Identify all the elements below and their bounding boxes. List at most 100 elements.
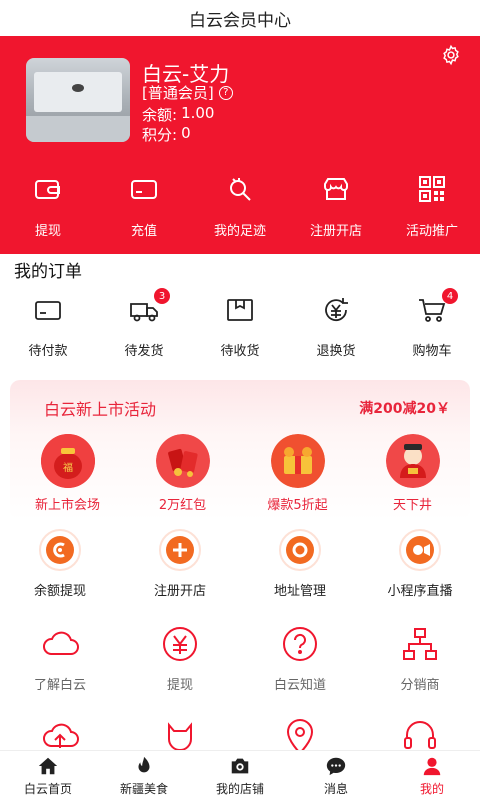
tab-home[interactable]: 白云首页 <box>0 751 96 800</box>
member-level: [普通会员] ? <box>142 82 233 103</box>
red-envelope-icon <box>155 434 210 488</box>
order-status-label: 退换货 <box>316 344 356 359</box>
tab-label: 我的 <box>419 781 444 796</box>
service-label: 地址管理 <box>273 584 326 599</box>
balance-value: 1.00 <box>181 104 215 122</box>
location-ring-icon <box>278 528 322 572</box>
fire-icon <box>138 756 150 772</box>
quick-action-footprint[interactable]: 我的足迹 <box>192 174 288 239</box>
tab-mine[interactable]: 我的 <box>384 751 480 800</box>
tab-label: 白云首页 <box>23 781 72 796</box>
order-pending-shipment[interactable]: 3 待发货 <box>96 288 192 359</box>
promo-item-new-arrivals[interactable]: 福 新上市会场 <box>10 434 125 513</box>
shop-camera-icon <box>231 758 249 773</box>
quick-action-withdraw[interactable]: 提现 <box>0 174 96 239</box>
service-open-store[interactable]: 注册开店 <box>120 528 240 599</box>
quick-action-label: 我的足迹 <box>213 224 266 239</box>
user-icon <box>423 757 441 775</box>
balance-row: 余额: 1.00 <box>142 104 214 125</box>
service-about[interactable]: 了解白云 <box>0 622 120 693</box>
quick-action-label: 提现 <box>34 224 61 239</box>
service-label: 提现 <box>166 678 193 693</box>
promo-discount-tag: 满200减20￥ <box>359 401 450 417</box>
quick-action-promotion[interactable]: 活动推广 <box>384 174 480 239</box>
truck-icon-wrap: 3 <box>128 288 170 326</box>
promo-item-label: 爆款5折起 <box>267 498 328 513</box>
question-icon <box>278 622 322 666</box>
promo-item-red-envelope[interactable]: 2万红包 <box>125 434 240 513</box>
qrcode-icon <box>419 176 445 202</box>
tab-label: 我的店铺 <box>215 781 264 796</box>
balance-label: 余额: <box>142 106 178 124</box>
order-cart[interactable]: 4 购物车 <box>384 288 480 359</box>
promo-item-tianxiajing[interactable]: 天下井 <box>355 434 470 513</box>
promo-item-label: 新上市会场 <box>34 498 100 513</box>
page-title: 白云会员中心 <box>189 10 291 31</box>
order-pending-receipt[interactable]: 待收货 <box>192 294 288 359</box>
home-icon <box>38 757 58 774</box>
gift-box-icon <box>270 434 325 488</box>
service-label: 分销商 <box>400 678 440 693</box>
points-row: 积分: 0 <box>142 124 191 145</box>
tab-my-store[interactable]: 我的店铺 <box>192 751 288 800</box>
settings-gear-icon[interactable] <box>440 44 462 66</box>
package-icon <box>227 299 253 321</box>
service-label: 白云知道 <box>273 678 326 693</box>
order-status-label: 待发货 <box>124 344 164 359</box>
promo-item-label: 天下井 <box>392 498 432 513</box>
service-label: 注册开店 <box>153 584 206 599</box>
service-live-stream[interactable]: 小程序直播 <box>360 528 480 599</box>
points-label: 积分: <box>142 126 178 144</box>
svg-text:福: 福 <box>63 461 73 474</box>
camera-icon <box>398 528 442 572</box>
service-label: 了解白云 <box>33 678 86 693</box>
order-pending-payment[interactable]: 待付款 <box>0 294 96 359</box>
store-icon <box>324 178 348 200</box>
cart-count-badge: 4 <box>442 288 458 304</box>
promo-title: 白云新上市活动 <box>44 400 157 419</box>
chat-icon <box>326 757 346 775</box>
service-balance-withdraw[interactable]: 余额提现 <box>0 528 120 599</box>
avatar[interactable] <box>26 58 130 142</box>
service-faq[interactable]: 白云知道 <box>240 622 360 693</box>
tab-messages[interactable]: 消息 <box>288 751 384 800</box>
order-status-row: 待付款 3 待发货 待收货 退换货 4 购物车 <box>0 288 480 359</box>
service-address[interactable]: 地址管理 <box>240 528 360 599</box>
lucky-bag-icon: 福 <box>40 434 95 488</box>
plus-icon <box>158 528 202 572</box>
promo-card[interactable]: 白云新上市活动 满200减20￥ 福 新上市会场 2万红包 爆款5折起 天下井 <box>10 380 470 520</box>
tab-label: 新疆美食 <box>119 781 168 796</box>
promo-item-label: 2万红包 <box>158 498 207 513</box>
services-row-1: 余额提现 注册开店 地址管理 小程序直播 <box>0 528 480 599</box>
order-status-label: 购物车 <box>412 344 452 359</box>
promo-item-hot-deals[interactable]: 爆款5折起 <box>240 434 355 513</box>
card-icon <box>131 180 157 199</box>
help-icon[interactable]: ? <box>218 85 233 100</box>
quick-action-label: 活动推广 <box>405 224 458 239</box>
order-status-label: 待付款 <box>28 344 68 359</box>
points-value: 0 <box>181 124 191 142</box>
order-refund[interactable]: 退换货 <box>288 294 384 359</box>
bottom-tab-bar: 白云首页 新疆美食 我的店铺 消息 我的 <box>0 750 480 800</box>
yuan-icon <box>158 622 202 666</box>
order-count-badge: 3 <box>154 288 170 304</box>
cloud-icon <box>38 622 82 666</box>
tab-food[interactable]: 新疆美食 <box>96 751 192 800</box>
service-label: 小程序直播 <box>387 584 453 599</box>
service-withdraw[interactable]: 提现 <box>120 622 240 693</box>
quick-action-open-store[interactable]: 注册开店 <box>288 174 384 239</box>
services-row-2: 了解白云 提现 白云知道 分销商 <box>0 622 480 693</box>
quick-action-recharge[interactable]: 充值 <box>96 174 192 239</box>
orders-section-title: 我的订单 <box>14 262 82 282</box>
footprint-icon <box>230 178 251 201</box>
member-level-label: [普通会员] <box>142 84 214 102</box>
coin-icon <box>38 528 82 572</box>
service-distributor[interactable]: 分销商 <box>360 622 480 693</box>
quick-action-label: 充值 <box>130 224 157 239</box>
app-title-bar: 白云会员中心 <box>0 0 480 36</box>
order-status-label: 待收货 <box>220 344 260 359</box>
member-header: 白云-艾力 [普通会员] ? 余额: 1.00 积分: 0 提现 充值 我的足迹… <box>0 36 480 254</box>
fortune-god-icon <box>385 434 440 488</box>
promo-items: 福 新上市会场 2万红包 爆款5折起 天下井 <box>10 434 470 513</box>
network-icon <box>398 622 442 666</box>
